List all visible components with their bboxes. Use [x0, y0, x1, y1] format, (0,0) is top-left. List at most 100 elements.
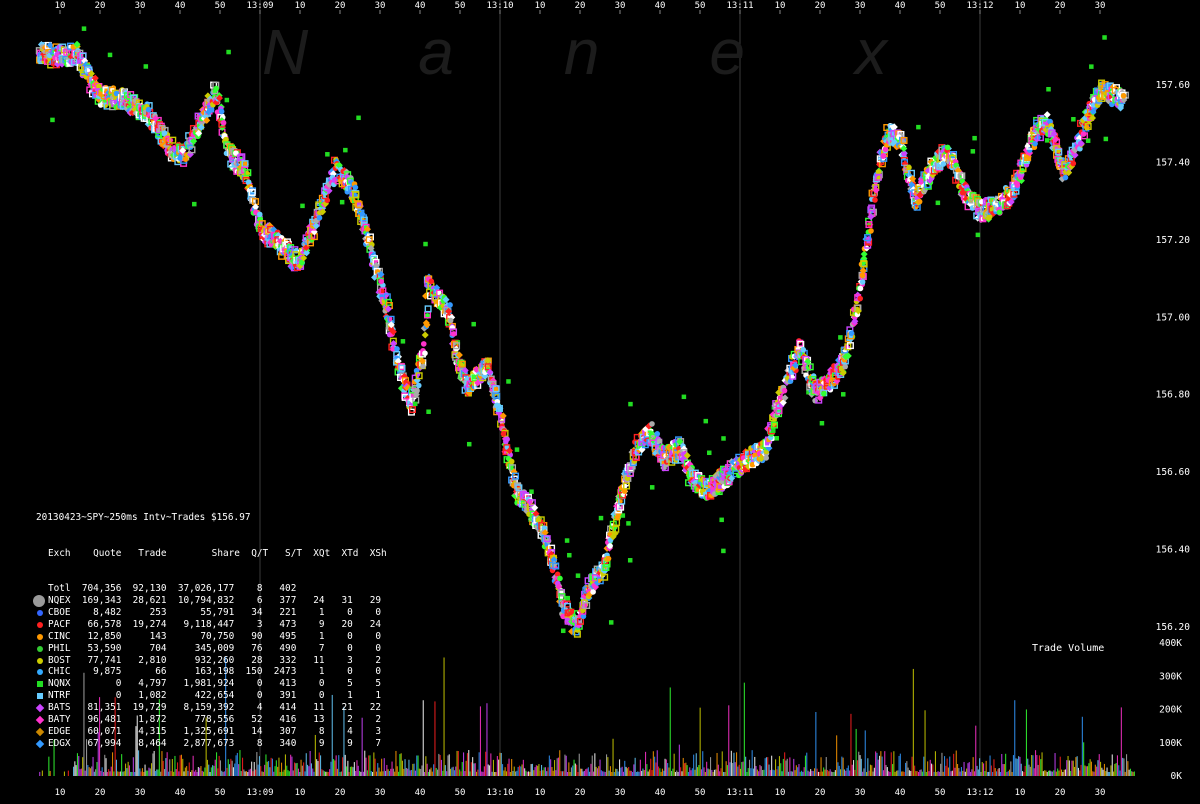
trade-point-outlier: [1046, 86, 1051, 92]
trade-point-outlier: [514, 447, 520, 452]
trade-point-outlier: [1102, 35, 1107, 40]
volume-bar: [518, 765, 520, 776]
volume-bar: [656, 750, 658, 776]
volume-bar: [459, 769, 461, 776]
trade-point-outlier: [771, 428, 776, 433]
volume-bar: [789, 757, 791, 776]
volume-bar: [581, 768, 583, 776]
volume-bar: [1128, 769, 1130, 776]
time-tick-label-bottom: 13:09: [246, 788, 273, 798]
volume-bar: [530, 764, 532, 776]
volume-bar: [400, 753, 402, 776]
volume-bar: [1044, 770, 1046, 776]
volume-bar: [845, 770, 847, 776]
volume-bar: [1002, 764, 1004, 776]
volume-bar: [1053, 770, 1055, 776]
trade-point: [800, 346, 807, 353]
volume-bar: [660, 771, 662, 776]
volume-bar: [785, 760, 787, 776]
volume-bar: [1070, 771, 1072, 776]
volume-bar: [565, 755, 567, 776]
volume-bar: [429, 769, 431, 776]
volume-bar: [1003, 764, 1005, 776]
time-tick-label-bottom: 20: [575, 788, 586, 798]
volume-bar: [490, 753, 492, 776]
volume-bar: [552, 770, 554, 776]
trade-point: [420, 341, 427, 347]
volume-bar: [750, 768, 752, 776]
volume-bar: [407, 768, 409, 776]
volume-bar: [1109, 771, 1111, 776]
volume-bar: [1015, 758, 1017, 776]
volume-bar: [737, 766, 739, 776]
volume-bar: [426, 763, 428, 776]
time-tick-label-top: 50: [935, 1, 946, 11]
volume-bar: [684, 763, 686, 776]
price-tick-label: 156.40: [1156, 545, 1191, 556]
volume-bar: [816, 768, 818, 776]
volume-bar: [897, 770, 899, 776]
trade-point-outlier: [300, 203, 305, 209]
volume-bar: [541, 764, 543, 776]
trade-point: [857, 285, 864, 292]
volume-bar: [1097, 760, 1099, 776]
volume-bar: [607, 757, 609, 776]
stats-row: CINC 12,850 143 70,750 90 495 1 0 0: [36, 631, 387, 643]
volume-bar: [910, 770, 912, 776]
volume-bar: [907, 767, 909, 776]
volume-bar: [424, 771, 426, 776]
trade-point: [424, 305, 432, 313]
volume-bar: [932, 764, 934, 776]
volume-bar: [986, 771, 988, 776]
volume-bar: [686, 765, 688, 776]
volume-bar: [867, 758, 869, 776]
volume-bar: [1019, 756, 1021, 776]
volume-bar: [554, 760, 556, 776]
trade-point: [422, 350, 428, 357]
volume-bar: [591, 755, 593, 776]
volume-bar: [708, 769, 710, 776]
volume-bar: [957, 764, 959, 776]
trade-point: [394, 346, 400, 352]
volume-bar: [719, 771, 721, 776]
volume-bar: [1126, 754, 1128, 776]
time-tick-label-top: 50: [215, 1, 226, 11]
volume-bar: [528, 771, 530, 776]
volume-bar: [619, 759, 621, 776]
stats-row-text: CBOE 8,482 253 55,791 34 221 1 0 0: [48, 607, 382, 619]
volume-tick-label: 0K: [1171, 771, 1183, 782]
time-tick-label-bottom: 50: [455, 788, 466, 798]
volume-bar: [1027, 758, 1029, 776]
volume-bar: [639, 759, 641, 776]
volume-bar: [1110, 765, 1112, 776]
volume-bar: [1023, 771, 1025, 776]
volume-bar: [703, 767, 705, 776]
volume-bar: [936, 771, 938, 776]
volume-bar: [797, 767, 799, 776]
volume-bar: [491, 771, 493, 776]
volume-bar: [463, 752, 465, 776]
volume-bar: [940, 763, 942, 776]
volume-bar: [830, 771, 832, 776]
volume-bar: [890, 752, 892, 776]
volume-bar: [625, 766, 627, 776]
volume-bar: [624, 760, 626, 776]
volume-bar: [477, 769, 479, 776]
volume-bar: [699, 707, 701, 776]
volume-bar: [1010, 761, 1012, 776]
trade-point: [857, 295, 864, 302]
volume-bar: [668, 767, 670, 776]
volume-bar: [511, 759, 513, 776]
volume-bar: [412, 763, 414, 776]
volume-bar: [884, 751, 886, 776]
volume-bar: [578, 753, 580, 776]
trade-point-outlier: [325, 152, 330, 157]
volume-bar: [755, 765, 757, 776]
time-tick-label-bottom: 30: [615, 788, 626, 798]
volume-bar: [726, 765, 728, 776]
volume-bar: [968, 762, 970, 776]
volume-bar: [417, 755, 419, 776]
trade-point: [557, 575, 563, 582]
volume-bar: [846, 767, 848, 776]
volume-bar: [758, 771, 760, 776]
